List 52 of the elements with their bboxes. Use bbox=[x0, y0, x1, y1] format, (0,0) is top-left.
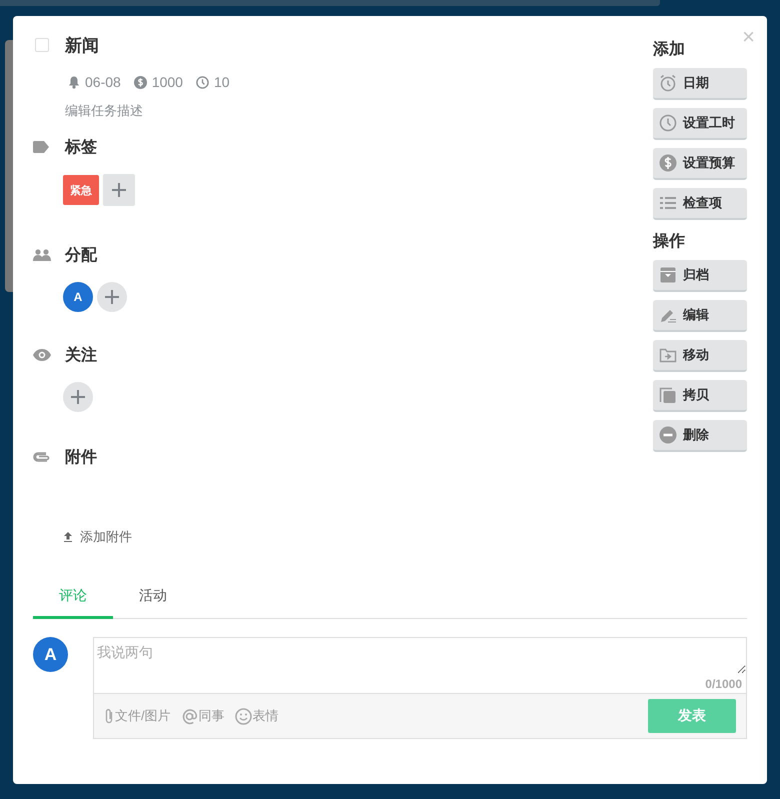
meta-value: 10 bbox=[214, 74, 230, 90]
dollar-icon bbox=[134, 76, 147, 88]
sidebar-button[interactable]: 拷贝 bbox=[653, 380, 747, 412]
dollar-icon bbox=[659, 154, 677, 172]
plus-icon bbox=[104, 289, 120, 305]
group-title: 操作 bbox=[653, 232, 686, 252]
meta-value: 1000 bbox=[152, 74, 183, 90]
section-title: 附件 bbox=[65, 448, 97, 468]
copy-icon bbox=[659, 386, 677, 404]
section-title: 分配 bbox=[65, 246, 97, 266]
minus-circle-icon bbox=[659, 426, 677, 444]
people-icon bbox=[33, 249, 51, 261]
task-checkbox[interactable] bbox=[35, 38, 49, 52]
character-counter: 0/1000 bbox=[705, 677, 742, 691]
tag-icon bbox=[33, 141, 49, 153]
clock-icon bbox=[196, 76, 209, 88]
tab[interactable]: 活动 bbox=[113, 575, 193, 619]
user-avatar: A bbox=[33, 637, 68, 672]
bell-icon bbox=[68, 76, 80, 88]
paperclip-icon bbox=[33, 452, 51, 462]
sidebar-button[interactable]: 归档 bbox=[653, 260, 747, 292]
section-title: 标签 bbox=[65, 138, 97, 158]
group-title: 添加 bbox=[653, 40, 686, 60]
plus-icon bbox=[111, 182, 127, 198]
alarm-clock-icon bbox=[659, 74, 677, 92]
sidebar-button[interactable]: 编辑 bbox=[653, 300, 747, 332]
avatar[interactable]: A bbox=[63, 282, 93, 312]
sidebar-button[interactable]: 检查项 bbox=[653, 188, 747, 220]
list-icon bbox=[659, 194, 677, 212]
sidebar-button[interactable]: 设置工时 bbox=[653, 108, 747, 140]
add-member-button[interactable] bbox=[97, 282, 127, 312]
sidebar-button[interactable]: 移动 bbox=[653, 340, 747, 372]
add-tag-button[interactable] bbox=[103, 174, 135, 206]
add-attachment-link[interactable]: 添加附件 bbox=[63, 528, 132, 546]
folder-icon bbox=[659, 346, 677, 364]
upload-icon bbox=[63, 532, 73, 542]
sidebar-button[interactable]: 删除 bbox=[653, 420, 747, 452]
smiley-icon bbox=[234, 708, 252, 724]
section-title: 关注 bbox=[65, 345, 97, 366]
clock-icon bbox=[659, 114, 677, 132]
eye-icon bbox=[33, 349, 51, 361]
meta-value: 06-08 bbox=[85, 74, 121, 90]
sidebar-button[interactable]: 设置预算 bbox=[653, 148, 747, 180]
at-sign-icon bbox=[180, 708, 198, 724]
tag[interactable]: 紧急 bbox=[63, 175, 99, 205]
paperclip-icon bbox=[104, 708, 114, 724]
task-title: 新闻 bbox=[65, 34, 99, 56]
description-field[interactable]: 编辑任务描述 bbox=[65, 102, 143, 120]
sidebar-button[interactable]: 日期 bbox=[653, 68, 747, 100]
plus-icon bbox=[70, 389, 86, 405]
add-member-button[interactable] bbox=[63, 382, 93, 412]
archive-box-icon bbox=[659, 266, 677, 284]
